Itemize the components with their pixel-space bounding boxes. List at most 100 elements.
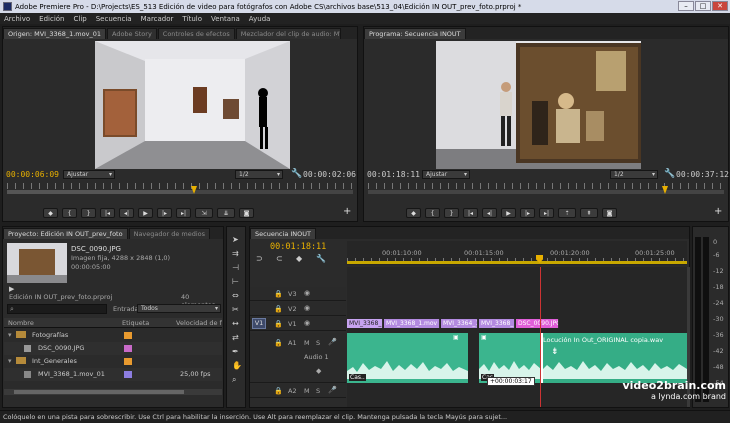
tab-audio-clip-mixer[interactable]: Mezclador del clip de audio: MVI_3368_1.… xyxy=(235,28,341,39)
in-filter-dropdown[interactable]: Todos xyxy=(137,304,221,313)
add-button-program[interactable]: + xyxy=(714,206,722,217)
selection-tool-icon[interactable]: ➤ xyxy=(232,235,239,244)
col-name[interactable]: Nombre xyxy=(8,319,34,327)
menu-titulo[interactable]: Título xyxy=(182,15,202,23)
source-time-ruler[interactable] xyxy=(7,183,353,189)
export-frame-button[interactable]: ◙ xyxy=(239,208,254,218)
list-item[interactable]: ▾ Int_Generales xyxy=(4,355,222,368)
play-thumbnail-icon[interactable]: ▶ xyxy=(9,285,14,293)
insert-button[interactable]: ⇲ xyxy=(195,208,213,218)
rate-stretch-tool-icon[interactable]: ⇔ xyxy=(232,291,239,300)
solo-button[interactable]: S xyxy=(316,339,320,347)
tab-sequence[interactable]: Secuencia INOUT xyxy=(250,228,316,239)
add-button-source[interactable]: + xyxy=(343,206,351,217)
tab-media-browser[interactable]: Navegador de medios xyxy=(128,228,211,239)
chevron-down-icon[interactable]: ▾ xyxy=(8,331,12,339)
program-playhead[interactable] xyxy=(662,186,668,194)
eye-icon[interactable]: ◉ xyxy=(304,289,310,297)
menu-edicion[interactable]: Edición xyxy=(39,15,64,23)
snap-icon[interactable]: ⊃ xyxy=(256,254,263,263)
program-fit-dropdown[interactable]: Ajustar xyxy=(422,170,470,179)
source-scale-dropdown[interactable]: 1/2 xyxy=(235,170,283,179)
lift-button[interactable]: ⇡ xyxy=(558,208,576,218)
project-scrollbar[interactable] xyxy=(4,389,222,395)
export-frame-button[interactable]: ◙ xyxy=(602,208,617,218)
step-forward-button[interactable]: |▸ xyxy=(157,208,172,218)
keyframe-icon[interactable]: ◆ xyxy=(316,367,321,375)
go-to-out-button[interactable]: ▸| xyxy=(176,208,191,218)
audio-clip[interactable]: Locución In Out_ORIGINAL copia.wav ⇟ xyxy=(541,333,687,383)
lock-icon[interactable]: 🔒 xyxy=(274,305,283,313)
col-framerate[interactable]: Velocidad de f xyxy=(176,319,222,327)
menu-ayuda[interactable]: Ayuda xyxy=(249,15,271,23)
tab-program[interactable]: Programa: Secuencia INOUT xyxy=(364,28,466,39)
mark-in-button[interactable]: { xyxy=(62,208,77,218)
timeline-ruler[interactable]: 00:01:10:00 00:01:15:00 00:01:20:00 00:0… xyxy=(347,241,687,265)
lock-icon[interactable]: 🔒 xyxy=(274,387,283,395)
tab-adobe-story[interactable]: Adobe Story xyxy=(107,28,157,39)
close-button[interactable]: ✕ xyxy=(712,1,728,11)
source-current-timecode[interactable]: 00:00:06:09 xyxy=(6,170,59,179)
menu-ventana[interactable]: Ventana xyxy=(211,15,240,23)
search-input[interactable]: ⌕ xyxy=(7,304,107,314)
tab-source[interactable]: Origen: MVI_3368_1.mov_01 xyxy=(3,28,106,39)
tab-effect-controls[interactable]: Controles de efectos xyxy=(157,28,235,39)
list-item[interactable]: DSC_0090.JPG xyxy=(4,342,222,355)
col-label[interactable]: Etiqueta xyxy=(122,319,149,327)
step-back-button[interactable]: ◂| xyxy=(119,208,134,218)
rolling-edit-tool-icon[interactable]: ⊢ xyxy=(232,277,239,286)
lock-icon[interactable]: 🔒 xyxy=(274,290,283,298)
slide-tool-icon[interactable]: ⇄ xyxy=(232,333,239,342)
go-to-in-button[interactable]: |◂ xyxy=(100,208,115,218)
timeline-wrench-icon[interactable]: 🔧 xyxy=(316,254,326,263)
mark-out-button[interactable]: } xyxy=(444,208,459,218)
program-current-timecode[interactable]: 00:01:18:11 xyxy=(367,170,420,179)
list-item[interactable]: MVI_3368_1.mov_01 25,00 fps xyxy=(4,368,222,381)
video-clip[interactable]: MVI_3364_1. xyxy=(441,319,478,328)
eye-icon[interactable]: ◉ xyxy=(304,319,310,327)
audio-clip[interactable]: Cas ▣ xyxy=(479,333,541,383)
wrench-icon[interactable]: 🔧 xyxy=(291,169,302,179)
chevron-down-icon[interactable]: ▾ xyxy=(8,357,12,365)
play-button[interactable]: ▶ xyxy=(501,208,516,218)
list-item[interactable]: ▾ Fotografías xyxy=(4,329,222,342)
razor-tool-icon[interactable]: ✂ xyxy=(232,305,239,314)
program-time-ruler[interactable] xyxy=(368,183,724,189)
menu-clip[interactable]: Clip xyxy=(74,15,87,23)
video-clip[interactable]: MVI_3368_1.mov_01 xyxy=(347,319,383,328)
play-button[interactable]: ▶ xyxy=(138,208,153,218)
work-area-bar[interactable] xyxy=(347,261,687,264)
maximize-button[interactable]: □ xyxy=(695,1,711,11)
audio-clip[interactable]: Cas.. ▣ xyxy=(347,333,468,383)
extract-button[interactable]: ⇞ xyxy=(580,208,598,218)
add-marker-icon[interactable]: ◆ xyxy=(296,254,302,263)
minimize-button[interactable]: – xyxy=(678,1,694,11)
menu-archivo[interactable]: Archivo xyxy=(4,15,30,23)
source-fit-dropdown[interactable]: Ajustar xyxy=(63,170,115,179)
microphone-icon[interactable]: 🎤 xyxy=(328,386,337,394)
source-scrub-bar[interactable] xyxy=(7,186,353,194)
pen-tool-icon[interactable]: ✒ xyxy=(232,347,239,356)
label-swatch[interactable] xyxy=(124,345,132,352)
label-swatch[interactable] xyxy=(124,358,132,365)
video-clip[interactable]: MVI_3368_1. xyxy=(479,319,515,328)
slip-tool-icon[interactable]: ↔ xyxy=(232,319,239,328)
solo-button[interactable]: S xyxy=(316,387,320,395)
go-to-in-button[interactable]: |◂ xyxy=(463,208,478,218)
program-scale-dropdown[interactable]: 1/2 xyxy=(610,170,658,179)
step-forward-button[interactable]: |▸ xyxy=(520,208,535,218)
label-swatch[interactable] xyxy=(124,371,132,378)
eye-icon[interactable]: ◉ xyxy=(304,304,310,312)
linked-selection-icon[interactable]: ⊂ xyxy=(276,254,283,263)
lock-icon[interactable]: 🔒 xyxy=(274,339,283,347)
overwrite-button[interactable]: ⇊ xyxy=(217,208,235,218)
video-clip[interactable]: DSC_0090.JPG xyxy=(516,319,559,328)
mark-out-button[interactable]: } xyxy=(81,208,96,218)
timeline-timecode[interactable]: 00:01:18:11 xyxy=(270,242,326,252)
step-back-button[interactable]: ◂| xyxy=(482,208,497,218)
track-select-tool-icon[interactable]: ⇉ xyxy=(232,249,239,258)
tab-project[interactable]: Proyecto: Edición IN OUT_prev_foto xyxy=(3,228,128,239)
wrench-icon[interactable]: 🔧 xyxy=(664,169,675,179)
label-swatch[interactable] xyxy=(124,332,132,339)
ripple-edit-tool-icon[interactable]: ⊣ xyxy=(232,263,239,272)
